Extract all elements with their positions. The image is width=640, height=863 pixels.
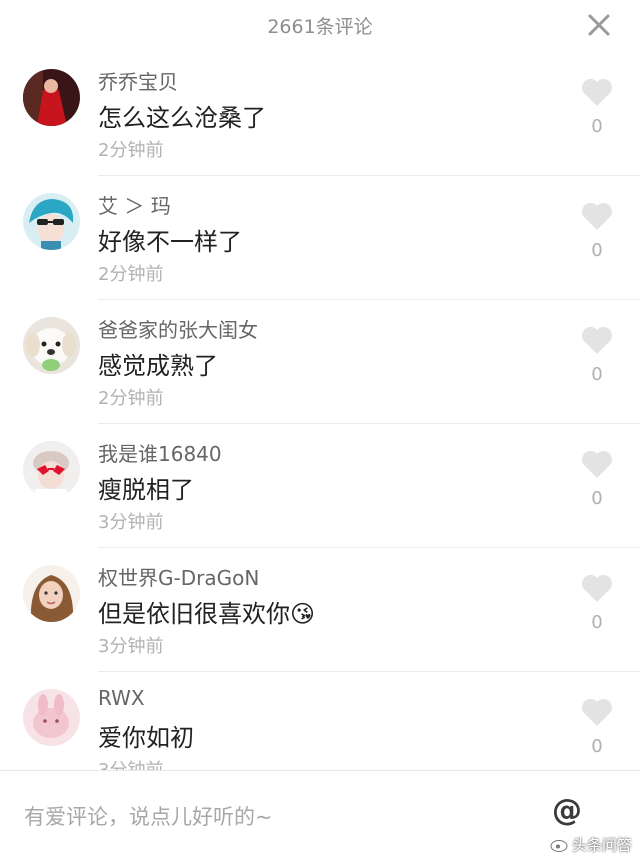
close-icon: [588, 14, 610, 36]
avatar[interactable]: [23, 69, 80, 126]
comment-count-title: 2661条评论: [267, 16, 373, 38]
comment-time: 3分钟前: [98, 636, 164, 657]
comment-text: 爱你如初: [98, 724, 194, 752]
like-button[interactable]: [580, 200, 614, 232]
like-button[interactable]: [580, 76, 614, 108]
comments-header: 2661条评论: [0, 0, 640, 52]
comment-text: 好像不一样了: [98, 228, 242, 256]
avatar[interactable]: [23, 565, 80, 622]
watermark: 头条问答: [550, 834, 632, 855]
mention-button[interactable]: @: [552, 793, 582, 828]
heart-icon: [581, 574, 613, 602]
comment-item: 权世界G-DraGoN 但是依旧很喜欢你😘 3分钟前 0: [0, 548, 640, 672]
comment-username[interactable]: 爸爸家的张大闺女: [98, 314, 258, 343]
comment-text: 但是依旧很喜欢你😘: [98, 594, 315, 629]
comment-list[interactable]: 乔乔宝贝 怎么这么沧桑了 2分钟前 0 艾 ＞ 玛 好像不一样了 2分钟前 0 …: [0, 52, 640, 796]
heart-icon: [581, 78, 613, 106]
like-button[interactable]: [580, 448, 614, 480]
comment-item: 我是谁16840 瘦脱相了 3分钟前 0: [0, 424, 640, 548]
comment-username[interactable]: 权世界G-DraGoN: [98, 562, 259, 591]
like-button[interactable]: [580, 324, 614, 356]
comment-username[interactable]: 我是谁16840: [98, 438, 222, 467]
comment-text: 瘦脱相了: [98, 476, 194, 504]
comment-time: 2分钟前: [98, 264, 164, 285]
comment-item: 乔乔宝贝 怎么这么沧桑了 2分钟前 0: [0, 52, 640, 176]
comment-input[interactable]: [0, 771, 566, 863]
like-count: 0: [591, 364, 603, 385]
comment-item: 爸爸家的张大闺女 感觉成熟了 2分钟前 0: [0, 300, 640, 424]
comment-input-bar: @ 头条问答: [0, 770, 640, 863]
watermark-text: 头条问答: [571, 836, 632, 854]
avatar[interactable]: [23, 193, 80, 250]
comment-text: 怎么这么沧桑了: [98, 104, 266, 132]
avatar[interactable]: [23, 689, 80, 746]
avatar[interactable]: [23, 317, 80, 374]
close-button[interactable]: [584, 10, 614, 40]
comment-text-body: 但是依旧很喜欢你: [98, 600, 290, 628]
comment-item: 艾 ＞ 玛 好像不一样了 2分钟前 0: [0, 176, 640, 300]
comment-time: 2分钟前: [98, 140, 164, 161]
like-count: 0: [591, 612, 603, 633]
weibo-logo-icon: [550, 840, 568, 852]
heart-icon: [581, 326, 613, 354]
heart-icon: [581, 202, 613, 230]
like-button[interactable]: [580, 572, 614, 604]
comment-text: 感觉成熟了: [98, 352, 218, 380]
comment-time: 3分钟前: [98, 512, 164, 533]
heart-icon: [581, 698, 613, 726]
heart-icon: [581, 450, 613, 478]
avatar[interactable]: [23, 441, 80, 498]
like-count: 0: [591, 116, 603, 137]
comment-username[interactable]: RWX: [98, 686, 145, 710]
like-button[interactable]: [580, 696, 614, 728]
like-count: 0: [591, 736, 603, 757]
comment-username[interactable]: 乔乔宝贝: [98, 66, 178, 95]
like-count: 0: [591, 488, 603, 509]
comment-username[interactable]: 艾 ＞ 玛: [98, 190, 171, 219]
like-count: 0: [591, 240, 603, 261]
kiss-emoji-icon: 😘: [290, 600, 316, 628]
comment-time: 2分钟前: [98, 388, 164, 409]
